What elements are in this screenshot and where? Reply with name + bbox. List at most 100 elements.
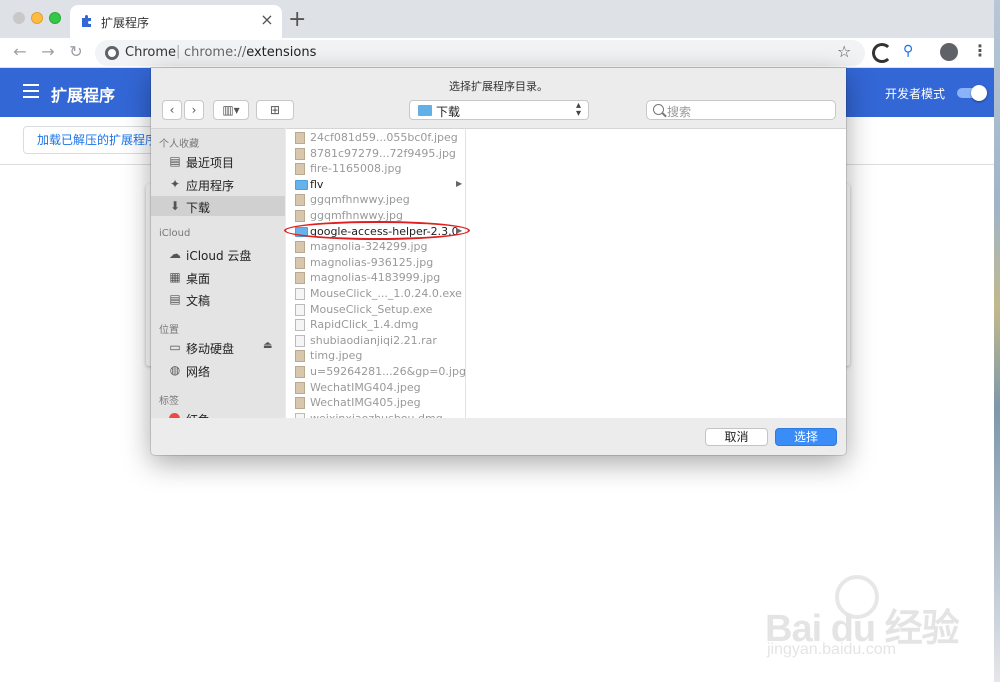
- tab-extensions[interactable]: 扩展程序 ×: [70, 5, 282, 38]
- forward-button[interactable]: →: [37, 41, 59, 63]
- file-name: ggqmfhnwwy.jpeg: [310, 193, 410, 207]
- sidebar-item-downloads[interactable]: ⬇ 下载: [151, 196, 285, 216]
- file-row: ggqmfhnwwy.jpeg: [286, 192, 465, 208]
- page-title: 扩展程序: [51, 86, 116, 105]
- cancel-button[interactable]: 取消: [705, 428, 768, 446]
- network-icon: ◍: [169, 363, 181, 377]
- back-button[interactable]: ←: [9, 41, 31, 63]
- document-icon: [295, 303, 305, 316]
- sidebar-item-label: 移动硬盘: [186, 342, 235, 356]
- load-unpacked-button[interactable]: 加载已解压的扩展程序: [23, 126, 163, 154]
- view-mode-button[interactable]: ▥▾: [213, 100, 249, 120]
- sidebar-item-label: 桌面: [186, 272, 211, 286]
- watermark-url-text: jingyan.baidu.com: [767, 641, 896, 658]
- puzzle-icon: [82, 15, 91, 27]
- file-name: 8781c97279...72f9495.jpg: [310, 146, 456, 160]
- sidebar-item-icloud-drive[interactable]: ☁ iCloud 云盘: [151, 244, 285, 264]
- file-name: flv: [310, 177, 324, 191]
- file-name: RapidClick_1.4.dmg: [310, 318, 419, 332]
- sidebar-item-label: iCloud 云盘: [186, 249, 252, 263]
- chrome-icon: [105, 46, 119, 60]
- tab-title: 扩展程序: [101, 16, 150, 30]
- profile-avatar-icon[interactable]: [940, 43, 958, 61]
- new-tab-button[interactable]: +: [288, 8, 306, 32]
- recent-icon: ▤: [169, 154, 181, 168]
- file-name: WechatIMG405.jpeg: [310, 396, 421, 410]
- finder-sidebar: 个人收藏 ▤ 最近项目 ✦ 应用程序 ⬇ 下载 iCloud ☁ iCloud …: [151, 128, 285, 418]
- choose-button[interactable]: 选择: [775, 428, 837, 446]
- file-row: fire-1165008.jpg: [286, 161, 465, 177]
- document-icon: [295, 334, 305, 347]
- image-file-icon: [295, 272, 305, 285]
- sidebar-item-network[interactable]: ◍ 网络: [151, 360, 285, 380]
- file-name: WechatIMG404.jpeg: [310, 380, 421, 394]
- image-file-icon: [295, 194, 305, 207]
- sidebar-item-external-drive[interactable]: ▭ 移动硬盘 ⏏: [151, 337, 285, 357]
- folder-chooser-dialog: 选择扩展程序目录。 ‹ › ▥▾ ⊞ 下载 ▴ ▾ 搜索 个人收藏 ▤ 最近项目 …: [151, 68, 846, 455]
- minimize-window-button[interactable]: [31, 12, 43, 24]
- disclosure-arrow-icon: ▶: [456, 178, 463, 188]
- developer-mode-toggle[interactable]: [957, 85, 987, 101]
- file-row: u=59264281...26&gp=0.jpg: [286, 364, 465, 380]
- file-name: magnolias-4183999.jpg: [310, 271, 441, 285]
- hamburger-menu-icon[interactable]: [23, 84, 39, 98]
- sidebar-item-label: 文稿: [186, 294, 211, 308]
- preview-column: [466, 128, 846, 418]
- file-row: timg.jpeg: [286, 348, 465, 364]
- sidebar-item-label: 网络: [186, 365, 211, 379]
- sidebar-item-tag-red[interactable]: 红色: [151, 408, 285, 418]
- image-file-icon: [295, 132, 305, 144]
- g-extension-icon[interactable]: [872, 43, 892, 63]
- file-row: weixinxiaozhushou.dmg: [286, 411, 465, 418]
- eject-icon[interactable]: ⏏: [263, 340, 272, 351]
- dialog-forward-button[interactable]: ›: [184, 100, 204, 120]
- broom-extension-icon[interactable]: ⚲: [903, 43, 919, 61]
- desktop-background-strip: [994, 0, 1000, 682]
- image-file-icon: [295, 381, 305, 394]
- tab-close-icon[interactable]: ×: [258, 10, 276, 30]
- sidebar-item-label: 应用程序: [186, 179, 235, 193]
- toggle-knob: [971, 85, 987, 101]
- locations-header: 位置: [159, 325, 179, 336]
- file-name: fire-1165008.jpg: [310, 162, 402, 176]
- file-row: MouseClick_Setup.exe: [286, 302, 465, 318]
- file-row: WechatIMG404.jpeg: [286, 380, 465, 396]
- browser-toolbar: ← → ↻ Chrome | chrome://extensions ☆ ⚲ ⋮: [0, 38, 994, 68]
- file-name: MouseClick_..._1.0.24.0.exe: [310, 287, 462, 300]
- image-file-icon: [295, 350, 305, 363]
- location-popup[interactable]: 下载 ▴ ▾: [409, 100, 589, 120]
- chrome-menu-icon[interactable]: ⋮: [972, 41, 988, 60]
- tab-strip: 扩展程序 × +: [0, 0, 994, 38]
- sidebar-item-desktop[interactable]: ▦ 桌面: [151, 267, 285, 287]
- folder-row[interactable]: flv ▶: [286, 177, 465, 193]
- file-name: 24cf081d59...055bc0f.jpeg: [310, 131, 458, 144]
- cloud-icon: ☁: [169, 247, 181, 261]
- document-icon: [295, 319, 305, 332]
- file-row: 8781c97279...72f9495.jpg: [286, 146, 465, 162]
- downloads-icon: ⬇: [169, 199, 181, 213]
- address-bar[interactable]: Chrome | chrome://extensions ☆: [95, 40, 865, 66]
- sidebar-item-applications[interactable]: ✦ 应用程序: [151, 174, 285, 194]
- bookmark-star-icon[interactable]: ☆: [837, 42, 851, 61]
- sidebar-item-recents[interactable]: ▤ 最近项目: [151, 151, 285, 171]
- file-name: ggqmfhnwwy.jpg: [310, 209, 403, 222]
- applications-icon: ✦: [169, 177, 181, 191]
- file-row: 24cf081d59...055bc0f.jpeg: [286, 130, 465, 146]
- site-label: Chrome: [125, 45, 176, 60]
- zoom-window-button[interactable]: [49, 12, 61, 24]
- reload-button[interactable]: ↻: [65, 41, 87, 63]
- search-field[interactable]: 搜索: [646, 100, 836, 120]
- image-file-icon: [295, 163, 305, 176]
- baidu-watermark: Bai du 经验 jingyan.baidu.com: [765, 575, 985, 665]
- new-folder-button[interactable]: ⊞: [256, 100, 294, 120]
- file-row: magnolia-324299.jpg: [286, 239, 465, 255]
- sidebar-item-label: 下载: [186, 201, 211, 215]
- sidebar-item-documents[interactable]: ▤ 文稿: [151, 289, 285, 309]
- file-name: shubiaodianjiqi2.21.rar: [310, 333, 437, 347]
- image-file-icon: [295, 241, 305, 254]
- image-file-icon: [295, 256, 305, 269]
- close-window-button[interactable]: [13, 12, 25, 24]
- external-drive-icon: ▭: [169, 340, 181, 354]
- dialog-back-button[interactable]: ‹: [162, 100, 182, 120]
- file-name: timg.jpeg: [310, 349, 363, 363]
